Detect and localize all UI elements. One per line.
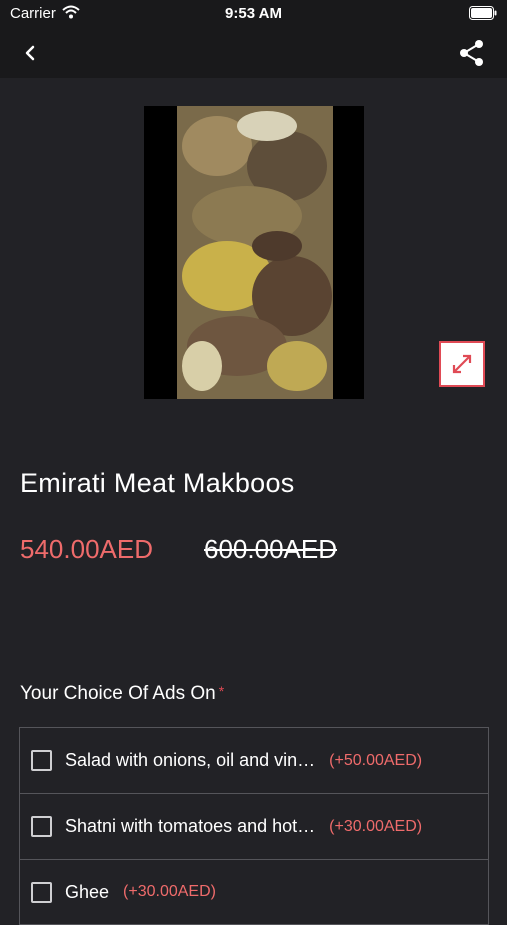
old-price: 600.00AED	[204, 534, 337, 564]
status-time: 9:53 AM	[225, 5, 282, 22]
addon-price: (+30.00AED)	[123, 883, 216, 900]
addons-title-text: Your Choice Of Ads On	[20, 683, 216, 704]
addon-label: Shatni with tomatoes and hot…	[65, 816, 316, 836]
addon-checkbox[interactable]	[31, 750, 52, 771]
expand-image-button[interactable]	[439, 341, 485, 387]
addon-option[interactable]: Salad with onions, oil and vin… (+50.00A…	[19, 727, 489, 793]
addon-option[interactable]: Ghee (+30.00AED)	[19, 859, 489, 925]
back-button[interactable]	[18, 40, 44, 66]
addon-label: Ghee	[65, 881, 110, 902]
addons-options-list: Salad with onions, oil and vin… (+50.00A…	[19, 727, 489, 925]
required-mark: *	[218, 683, 225, 699]
share-button[interactable]	[459, 39, 485, 67]
back-arrow-icon	[25, 45, 35, 61]
addon-price: (+50.00AED)	[329, 751, 423, 769]
current-price: 540.00AED	[20, 534, 153, 564]
addon-checkbox[interactable]	[31, 816, 52, 837]
expand-icon	[452, 354, 472, 374]
addon-checkbox[interactable]	[31, 881, 52, 903]
product-title: Emirati Meat Makboos	[20, 468, 295, 498]
navigation-bar	[0, 28, 507, 78]
product-image[interactable]	[144, 106, 364, 399]
addon-option[interactable]: Shatni with tomatoes and hot… (+30.00AED…	[19, 793, 489, 859]
meat-makboos-photo	[177, 106, 333, 399]
battery-icon	[469, 6, 497, 24]
addon-price: (+30.00AED)	[329, 817, 423, 835]
addons-section-title: Your Choice Of Ads On *	[20, 683, 224, 705]
addon-label: Salad with onions, oil and vin…	[65, 750, 316, 770]
status-bar: Carrier 9:53 AM	[0, 0, 507, 28]
share-icon	[460, 40, 483, 66]
